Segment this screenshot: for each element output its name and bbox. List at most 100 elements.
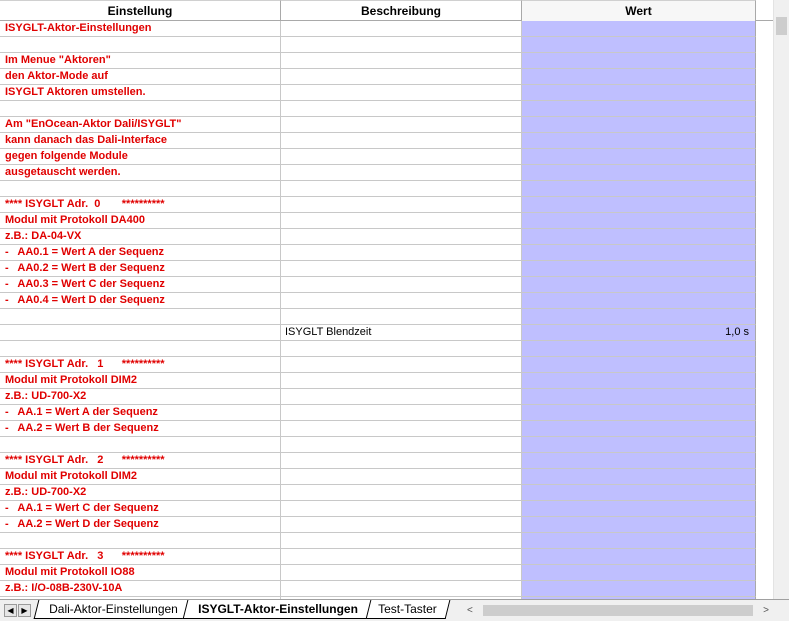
- cell-setting[interactable]: z.B.: UD-700-X2: [0, 389, 281, 405]
- cell-description[interactable]: [281, 37, 522, 53]
- cell-setting[interactable]: gegen folgende Module: [0, 149, 281, 165]
- cell-description[interactable]: [281, 197, 522, 213]
- cell-setting[interactable]: [0, 37, 281, 53]
- cell-description[interactable]: [281, 85, 522, 101]
- cell-value[interactable]: [522, 517, 756, 533]
- cell-value[interactable]: [522, 469, 756, 485]
- cell-description[interactable]: [281, 277, 522, 293]
- cell-setting[interactable]: **** ISYGLT Adr. 3 **********: [0, 549, 281, 565]
- cell-description[interactable]: [281, 469, 522, 485]
- cell-setting[interactable]: z.B.: UD-700-X2: [0, 485, 281, 501]
- cell-value[interactable]: [522, 405, 756, 421]
- cell-setting[interactable]: [0, 309, 281, 325]
- cell-description[interactable]: [281, 261, 522, 277]
- cell-value[interactable]: [522, 533, 756, 549]
- cell-description[interactable]: [281, 485, 522, 501]
- vertical-scrollbar[interactable]: [773, 0, 789, 599]
- cell-description[interactable]: [281, 405, 522, 421]
- cell-value[interactable]: [522, 21, 756, 37]
- cell-setting[interactable]: Im Menue "Aktoren": [0, 53, 281, 69]
- cell-value[interactable]: [522, 581, 756, 597]
- cell-value[interactable]: [522, 565, 756, 581]
- cell-value[interactable]: [522, 309, 756, 325]
- cell-description[interactable]: [281, 533, 522, 549]
- cell-description[interactable]: [281, 133, 522, 149]
- cell-value[interactable]: [522, 181, 756, 197]
- cell-description[interactable]: [281, 389, 522, 405]
- cell-description[interactable]: [281, 453, 522, 469]
- cell-value[interactable]: [522, 245, 756, 261]
- column-header-setting[interactable]: Einstellung: [0, 0, 281, 21]
- cell-setting[interactable]: kann danach das Dali-Interface: [0, 133, 281, 149]
- cell-description[interactable]: [281, 341, 522, 357]
- cell-description[interactable]: [281, 165, 522, 181]
- cell-setting[interactable]: - AA.2 = Wert D der Sequenz: [0, 517, 281, 533]
- column-header-description[interactable]: Beschreibung: [281, 0, 522, 21]
- cell-setting[interactable]: [0, 341, 281, 357]
- cell-setting[interactable]: ISYGLT Aktoren umstellen.: [0, 85, 281, 101]
- cell-value[interactable]: [522, 53, 756, 69]
- cell-setting[interactable]: **** ISYGLT Adr. 1 **********: [0, 357, 281, 373]
- cell-value[interactable]: [522, 261, 756, 277]
- column-header-value[interactable]: Wert: [522, 0, 756, 21]
- cell-setting[interactable]: Modul mit Protokoll DIM2: [0, 373, 281, 389]
- cell-value[interactable]: [522, 501, 756, 517]
- cell-description[interactable]: [281, 581, 522, 597]
- tab-scroll-right-icon[interactable]: ▶: [18, 604, 31, 617]
- cell-value[interactable]: [522, 453, 756, 469]
- cell-value[interactable]: [522, 229, 756, 245]
- cell-setting[interactable]: z.B.: I/O-08B-230V-10A: [0, 581, 281, 597]
- tab-dali-aktor-einstellungen[interactable]: Dali-Aktor-Einstellungen: [33, 600, 192, 619]
- cell-setting[interactable]: ausgetauscht werden.: [0, 165, 281, 181]
- cell-description[interactable]: [281, 565, 522, 581]
- cell-value[interactable]: [522, 101, 756, 117]
- cell-description[interactable]: [281, 421, 522, 437]
- cell-description[interactable]: [281, 501, 522, 517]
- cell-setting[interactable]: **** ISYGLT Adr. 0 **********: [0, 197, 281, 213]
- cell-description[interactable]: [281, 53, 522, 69]
- cell-value[interactable]: [522, 437, 756, 453]
- scroll-right-arrow-icon[interactable]: >: [763, 603, 769, 618]
- cell-setting[interactable]: [0, 325, 281, 341]
- cell-setting[interactable]: - AA.2 = Wert B der Sequenz: [0, 421, 281, 437]
- horizontal-scrollbar[interactable]: < >: [463, 603, 773, 618]
- cell-description[interactable]: [281, 293, 522, 309]
- cell-description[interactable]: [281, 517, 522, 533]
- cell-setting[interactable]: [0, 533, 281, 549]
- cell-setting[interactable]: den Aktor-Mode auf: [0, 69, 281, 85]
- cell-setting[interactable]: Modul mit Protokoll DIM2: [0, 469, 281, 485]
- cell-value[interactable]: [522, 69, 756, 85]
- cell-value[interactable]: [522, 133, 756, 149]
- cell-description[interactable]: [281, 21, 522, 37]
- cell-description[interactable]: [281, 549, 522, 565]
- cell-setting[interactable]: - AA0.3 = Wert C der Sequenz: [0, 277, 281, 293]
- cell-description[interactable]: [281, 213, 522, 229]
- cell-value[interactable]: [522, 341, 756, 357]
- cell-setting[interactable]: [0, 101, 281, 117]
- cell-description[interactable]: [281, 229, 522, 245]
- cell-setting[interactable]: Am "EnOcean-Aktor Dali/ISYGLT": [0, 117, 281, 133]
- cell-value[interactable]: [522, 293, 756, 309]
- cell-setting[interactable]: **** ISYGLT Adr. 2 **********: [0, 453, 281, 469]
- cell-value[interactable]: [522, 485, 756, 501]
- cell-value[interactable]: [522, 389, 756, 405]
- cell-value[interactable]: [522, 213, 756, 229]
- tab-test-taster[interactable]: Test-Taster: [362, 600, 450, 619]
- cell-setting[interactable]: [0, 437, 281, 453]
- cell-setting[interactable]: ISYGLT-Aktor-Einstellungen: [0, 21, 281, 37]
- cell-value[interactable]: [522, 149, 756, 165]
- cell-value[interactable]: [522, 357, 756, 373]
- cell-setting[interactable]: - AA.1 = Wert C der Sequenz: [0, 501, 281, 517]
- cell-value[interactable]: [522, 117, 756, 133]
- cell-value[interactable]: [522, 37, 756, 53]
- cell-description[interactable]: [281, 117, 522, 133]
- cell-setting[interactable]: z.B.: DA-04-VX: [0, 229, 281, 245]
- cell-description[interactable]: [281, 357, 522, 373]
- cell-setting[interactable]: - AA0.4 = Wert D der Sequenz: [0, 293, 281, 309]
- cell-description[interactable]: [281, 181, 522, 197]
- tab-isyglt-aktor-einstellungen[interactable]: ISYGLT-Aktor-Einstellungen: [182, 600, 371, 619]
- cell-value[interactable]: [522, 549, 756, 565]
- cell-description[interactable]: [281, 149, 522, 165]
- cell-description[interactable]: [281, 309, 522, 325]
- scroll-left-arrow-icon[interactable]: <: [467, 603, 473, 618]
